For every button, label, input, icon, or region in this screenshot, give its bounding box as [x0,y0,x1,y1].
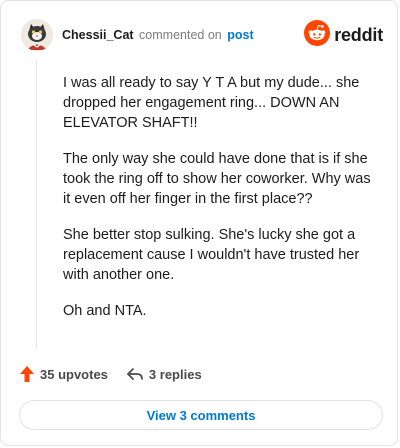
comment-body: I was all ready to say Y T A but my dude… [63,73,381,337]
comment-paragraph: She better stop sulking. She's lucky she… [63,227,360,283]
comment-paragraph: I was all ready to say Y T A but my dude… [63,75,360,131]
comment-footer: 35 upvotes 3 replies [19,365,202,383]
post-link[interactable]: post [227,28,253,42]
reply-count: 3 replies [148,366,202,382]
comment-paragraph: Oh and NTA. [63,303,147,319]
replies-button[interactable]: 3 replies [126,366,202,382]
reddit-logo-icon [304,19,331,51]
username[interactable]: Chessii_Cat [62,28,134,42]
upvote-count: 35 upvotes [40,366,108,382]
view-comments-button[interactable]: View 3 comments [19,400,383,430]
author-line: Chessii_Cat commented on post [62,28,254,42]
cat-avatar-icon[interactable] [21,19,53,51]
upvote-arrow-icon [20,366,34,382]
reply-arrow-icon [127,368,143,380]
comment-card: Chessii_Cat commented on post reddit I w… [0,0,398,446]
comment-paragraph: The only way she could have done that is… [63,151,371,207]
thread-line [36,59,37,349]
upvote-button[interactable]: 35 upvotes [19,365,108,383]
comment-header: Chessii_Cat commented on post reddit [21,17,383,53]
action-text: commented on [139,28,222,42]
reddit-brand[interactable]: reddit [304,19,383,51]
brand-name: reddit [334,24,383,45]
